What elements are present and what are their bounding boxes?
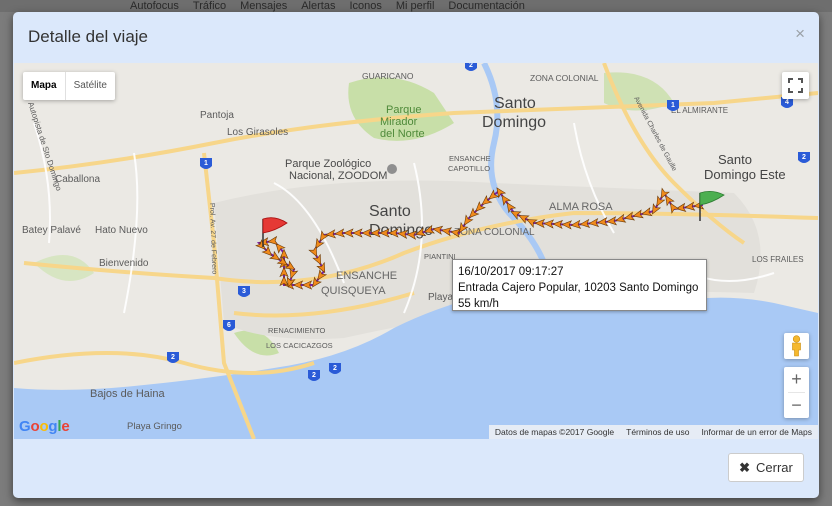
bg-nav-item: Alertas — [301, 0, 336, 12]
map-label: Pantoja — [200, 110, 234, 121]
close-button-label: Cerrar — [756, 460, 793, 475]
close-icon[interactable]: × — [795, 24, 805, 44]
highway-shield: 3 — [238, 286, 250, 297]
terms-link[interactable]: Términos de uso — [620, 427, 695, 437]
highway-shield: 6 — [223, 320, 235, 331]
zoo-icon — [387, 164, 397, 174]
map-label: Mirador — [380, 116, 418, 128]
highway-shield: 2 — [798, 152, 810, 163]
zoom-control: + − — [784, 367, 809, 418]
map-type-mapa[interactable]: Mapa — [23, 72, 65, 100]
modal-title: Detalle del viaje — [28, 27, 149, 46]
map-label: Los Girasoles — [227, 127, 288, 138]
map-attribution: Datos de mapas ©2017 Google Términos de … — [488, 425, 818, 439]
map-label: Santo — [718, 152, 752, 167]
map-label: LOS CACICAZGOS — [266, 341, 333, 350]
map-label: EL ALMIRANTE — [671, 106, 728, 115]
map-label: Santo — [494, 95, 536, 112]
svg-text:3: 3 — [242, 288, 246, 295]
map-label: Nacional, ZOODOM — [289, 170, 387, 182]
pegman-icon — [792, 335, 801, 357]
map-label: QUISQUEYA — [321, 285, 386, 297]
svg-text:1: 1 — [671, 102, 675, 109]
highway-shield: 1 — [200, 158, 212, 169]
map-label: Parque Zoológico — [285, 158, 371, 170]
map-label: Domingo — [482, 114, 546, 131]
map-type-control: Mapa Satélite — [23, 72, 115, 100]
map-label: CAPOTILLO — [448, 164, 490, 173]
map-label: Playa — [428, 292, 453, 303]
bg-nav-item: Documentación — [448, 0, 525, 12]
modal-footer: ✖ Cerrar — [13, 439, 819, 498]
zoom-in-button[interactable]: + — [784, 367, 809, 392]
map-label: ZONA COLONIAL — [530, 73, 599, 83]
map-label: Batey Palavé — [22, 225, 81, 236]
map-type-satelite[interactable]: Satélite — [66, 72, 115, 100]
svg-text:2: 2 — [312, 372, 316, 379]
bg-nav-item: Mi perfil — [395, 0, 435, 12]
map-label: Playa Gringo — [127, 421, 182, 432]
highway-shield: 2 — [167, 352, 179, 363]
map-label: RENACIMIENTO — [268, 326, 326, 335]
street-view-button[interactable] — [784, 333, 809, 359]
bg-nav-item: Mensajes — [240, 0, 288, 12]
map-label: Domingo Este — [704, 167, 786, 182]
map-canvas[interactable]: GUARICANO Parque Mirador del Norte Santo… — [14, 63, 818, 439]
svg-text:2: 2 — [333, 365, 337, 372]
bg-nav-item: Tráfico — [192, 0, 227, 12]
highway-shield: 2 — [308, 370, 320, 381]
map-label: Bienvenido — [99, 258, 149, 269]
svg-text:2: 2 — [469, 63, 473, 69]
map-label: GUARICANO — [362, 71, 414, 81]
zoom-out-button[interactable]: − — [784, 393, 809, 418]
tooltip-location: Entrada Cajero Popular, 10203 Santo Domi… — [458, 282, 699, 294]
svg-text:2: 2 — [171, 354, 175, 361]
map-label: ALMA ROSA — [549, 201, 613, 213]
map-label: del Norte — [380, 128, 425, 140]
modal-header: Detalle del viaje × — [13, 12, 819, 62]
map-label: PIANTINI — [424, 252, 456, 261]
map-label: Santo — [369, 203, 411, 220]
close-button[interactable]: ✖ Cerrar — [728, 453, 804, 482]
highway-shield: 2 — [329, 363, 341, 374]
fullscreen-button[interactable] — [782, 72, 809, 99]
svg-text:4: 4 — [785, 99, 789, 106]
tooltip-datetime: 16/10/2017 09:17:27 — [458, 266, 564, 278]
svg-text:1: 1 — [204, 160, 208, 167]
google-logo[interactable]: Google — [19, 418, 70, 435]
map-label: Bajos de Haina — [90, 388, 165, 400]
map-label: ZONA COLONIAL — [454, 227, 535, 238]
highway-shield: 1 — [667, 100, 679, 111]
fullscreen-icon — [788, 78, 803, 93]
svg-text:2: 2 — [802, 154, 806, 161]
tooltip-speed: 55 km/h — [458, 298, 499, 310]
map-label: Hato Nuevo — [95, 225, 148, 236]
trip-detail-modal: Detalle del viaje × GUARICANO Parque Mir… — [13, 12, 819, 498]
map-label: LOS FRAILES — [752, 255, 804, 264]
svg-text:6: 6 — [227, 322, 231, 329]
route-point-tooltip: 16/10/2017 09:17:27 Entrada Cajero Popul… — [452, 259, 707, 311]
background-navbar: Autofocus Tráfico Mensajes Alertas Icono… — [0, 0, 832, 12]
bg-nav-item: Autofocus — [130, 0, 179, 12]
bg-nav-item: Iconos — [349, 0, 382, 12]
map-data-credit: Datos de mapas ©2017 Google — [494, 427, 615, 437]
google-logo-letter: e — [61, 418, 70, 435]
report-error-link[interactable]: Informar de un error de Maps — [695, 427, 818, 437]
map-label: Parque — [386, 104, 421, 116]
google-logo-letter: G — [19, 418, 31, 435]
map-label: ENSANCHE — [449, 154, 491, 163]
map-view[interactable]: GUARICANO Parque Mirador del Norte Santo… — [14, 63, 818, 439]
close-icon: ✖ — [739, 459, 751, 475]
map-label: ENSANCHE — [336, 270, 397, 282]
